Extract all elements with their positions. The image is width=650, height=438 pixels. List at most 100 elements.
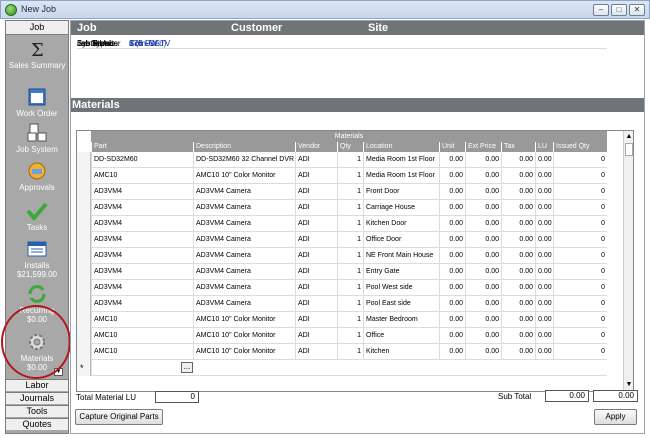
table-cell[interactable]: ADI bbox=[295, 216, 337, 232]
table-cell[interactable]: 0.00 bbox=[439, 168, 465, 184]
maximize-button[interactable]: □ bbox=[611, 4, 627, 16]
table-cell[interactable]: 0.00 bbox=[501, 232, 535, 248]
table-cell[interactable]: 1 bbox=[337, 216, 363, 232]
table-cell[interactable]: AD3VM4 Camera bbox=[193, 296, 295, 312]
sidebar-item-approvals[interactable]: Approvals bbox=[6, 161, 68, 192]
table-cell[interactable]: 0.00 bbox=[465, 184, 501, 200]
table-row[interactable]: AMC10 AMC10 10" Color Monitor ADI 1 Media Ro… bbox=[77, 168, 607, 184]
table-cell[interactable]: 1 bbox=[337, 344, 363, 360]
table-cell[interactable]: 0.00 bbox=[465, 232, 501, 248]
sidebar-item-sales-summary[interactable]: Σ Sales Summary bbox=[6, 39, 68, 70]
table-cell[interactable]: 0.00 bbox=[501, 248, 535, 264]
table-cell[interactable]: 0 bbox=[553, 264, 607, 280]
row-selector[interactable] bbox=[77, 200, 91, 216]
table-cell[interactable]: 0.00 bbox=[439, 312, 465, 328]
table-cell[interactable]: 0.00 bbox=[501, 280, 535, 296]
table-cell[interactable]: 0.00 bbox=[535, 264, 553, 280]
table-cell[interactable]: AD3VM4 bbox=[91, 232, 193, 248]
table-cell[interactable]: Kitchen Door bbox=[363, 216, 439, 232]
row-selector[interactable] bbox=[77, 264, 91, 280]
table-cell[interactable]: 0.00 bbox=[535, 216, 553, 232]
table-cell[interactable]: 0 bbox=[553, 248, 607, 264]
table-cell[interactable]: 0.00 bbox=[439, 328, 465, 344]
table-cell[interactable]: 0 bbox=[553, 232, 607, 248]
table-cell[interactable]: AD3VM4 Camera bbox=[193, 264, 295, 280]
table-cell[interactable]: 0 bbox=[553, 152, 607, 168]
table-cell[interactable]: ADI bbox=[295, 184, 337, 200]
table-cell[interactable]: DD-SD32M60 bbox=[91, 152, 193, 168]
table-row[interactable]: AD3VM4 AD3VM4 Camera ADI 1 Entry Gate 0.00 0.0… bbox=[77, 264, 607, 280]
table-cell[interactable]: 0.00 bbox=[465, 280, 501, 296]
table-cell[interactable]: 0.00 bbox=[439, 200, 465, 216]
table-cell[interactable]: 1 bbox=[337, 328, 363, 344]
table-cell[interactable]: AMC10 10" Color Monitor bbox=[193, 168, 295, 184]
row-selector[interactable] bbox=[77, 248, 91, 264]
table-cell[interactable]: 0.00 bbox=[535, 232, 553, 248]
table-cell[interactable]: AD3VM4 bbox=[91, 200, 193, 216]
table-cell[interactable]: ADI bbox=[295, 264, 337, 280]
table-cell[interactable]: AD3VM4 Camera bbox=[193, 280, 295, 296]
column-header[interactable]: Ext Price bbox=[465, 142, 501, 152]
table-row[interactable]: AD3VM4 AD3VM4 Camera ADI 1 Kitchen Door 0.00 0… bbox=[77, 216, 607, 232]
table-cell[interactable]: ADI bbox=[295, 152, 337, 168]
row-selector[interactable] bbox=[77, 296, 91, 312]
table-cell[interactable]: 0.00 bbox=[535, 184, 553, 200]
table-cell[interactable]: 0.00 bbox=[535, 248, 553, 264]
table-cell[interactable]: 0.00 bbox=[501, 152, 535, 168]
table-cell[interactable]: 0.00 bbox=[465, 216, 501, 232]
table-cell[interactable]: 0 bbox=[553, 216, 607, 232]
browse-parts-button[interactable]: ... bbox=[181, 362, 193, 373]
row-selector[interactable]: * bbox=[77, 360, 91, 376]
table-cell[interactable]: 0.00 bbox=[535, 312, 553, 328]
table-cell[interactable]: AMC10 bbox=[91, 168, 193, 184]
table-cell[interactable]: 1 bbox=[337, 296, 363, 312]
capture-original-parts-button[interactable]: Capture Original Parts bbox=[75, 409, 163, 425]
table-cell[interactable]: Pool East side bbox=[363, 296, 439, 312]
apply-button[interactable]: Apply bbox=[594, 409, 637, 425]
sidebar-item-tasks[interactable]: Tasks bbox=[6, 201, 68, 232]
table-cell[interactable]: 0 bbox=[553, 312, 607, 328]
table-cell[interactable]: AD3VM4 Camera bbox=[193, 232, 295, 248]
table-cell[interactable]: ADI bbox=[295, 248, 337, 264]
table-cell[interactable]: Carriage House bbox=[363, 200, 439, 216]
column-header[interactable]: Vendor bbox=[295, 142, 337, 152]
column-header[interactable]: LU bbox=[535, 142, 553, 152]
column-header[interactable]: Part bbox=[91, 142, 193, 152]
table-row[interactable]: AMC10 AMC10 10" Color Monitor ADI 1 Office 0.… bbox=[77, 328, 607, 344]
table-cell[interactable]: 0.00 bbox=[439, 248, 465, 264]
table-cell[interactable]: 1 bbox=[337, 248, 363, 264]
table-cell[interactable]: AMC10 10" Color Monitor bbox=[193, 328, 295, 344]
table-cell[interactable]: 0.00 bbox=[501, 200, 535, 216]
column-header[interactable]: Description bbox=[193, 142, 295, 152]
table-cell[interactable]: Front Door bbox=[363, 184, 439, 200]
table-cell[interactable]: Media Room 1st Floor bbox=[363, 152, 439, 168]
table-cell[interactable]: 0.00 bbox=[465, 168, 501, 184]
table-cell[interactable]: AD3VM4 bbox=[91, 184, 193, 200]
table-cell[interactable]: AD3VM4 Camera bbox=[193, 248, 295, 264]
table-cell[interactable]: 0.00 bbox=[465, 264, 501, 280]
table-cell[interactable]: 0.00 bbox=[439, 232, 465, 248]
scroll-down-icon[interactable]: ▼ bbox=[625, 380, 633, 389]
sidebar-tab-journals[interactable]: Journals bbox=[6, 392, 68, 404]
table-row[interactable]: AD3VM4 AD3VM4 Camera ADI 1 Pool West side 0.0… bbox=[77, 280, 607, 296]
table-cell[interactable]: AD3VM4 Camera bbox=[193, 200, 295, 216]
table-cell[interactable]: 0.00 bbox=[501, 344, 535, 360]
row-selector[interactable] bbox=[77, 280, 91, 296]
table-cell[interactable]: NE Front Main House bbox=[363, 248, 439, 264]
part-input[interactable] bbox=[91, 360, 193, 376]
table-cell[interactable]: 0.00 bbox=[439, 280, 465, 296]
row-selector[interactable] bbox=[77, 344, 91, 360]
table-cell[interactable]: 1 bbox=[337, 168, 363, 184]
table-cell[interactable]: 0.00 bbox=[439, 344, 465, 360]
table-cell[interactable]: 0.00 bbox=[465, 344, 501, 360]
total-lu-field[interactable]: 0 bbox=[155, 391, 199, 403]
table-cell[interactable]: 1 bbox=[337, 312, 363, 328]
table-row[interactable]: AD3VM4 AD3VM4 Camera ADI 1 Carriage House 0.0… bbox=[77, 200, 607, 216]
table-cell[interactable]: 1 bbox=[337, 232, 363, 248]
minimize-button[interactable]: – bbox=[593, 4, 609, 16]
table-cell[interactable]: ADI bbox=[295, 232, 337, 248]
table-row[interactable]: AD3VM4 AD3VM4 Camera ADI 1 NE Front Main Hou… bbox=[77, 248, 607, 264]
table-cell[interactable]: 0.00 bbox=[501, 168, 535, 184]
table-cell[interactable]: 1 bbox=[337, 280, 363, 296]
table-cell[interactable]: 0.00 bbox=[501, 312, 535, 328]
